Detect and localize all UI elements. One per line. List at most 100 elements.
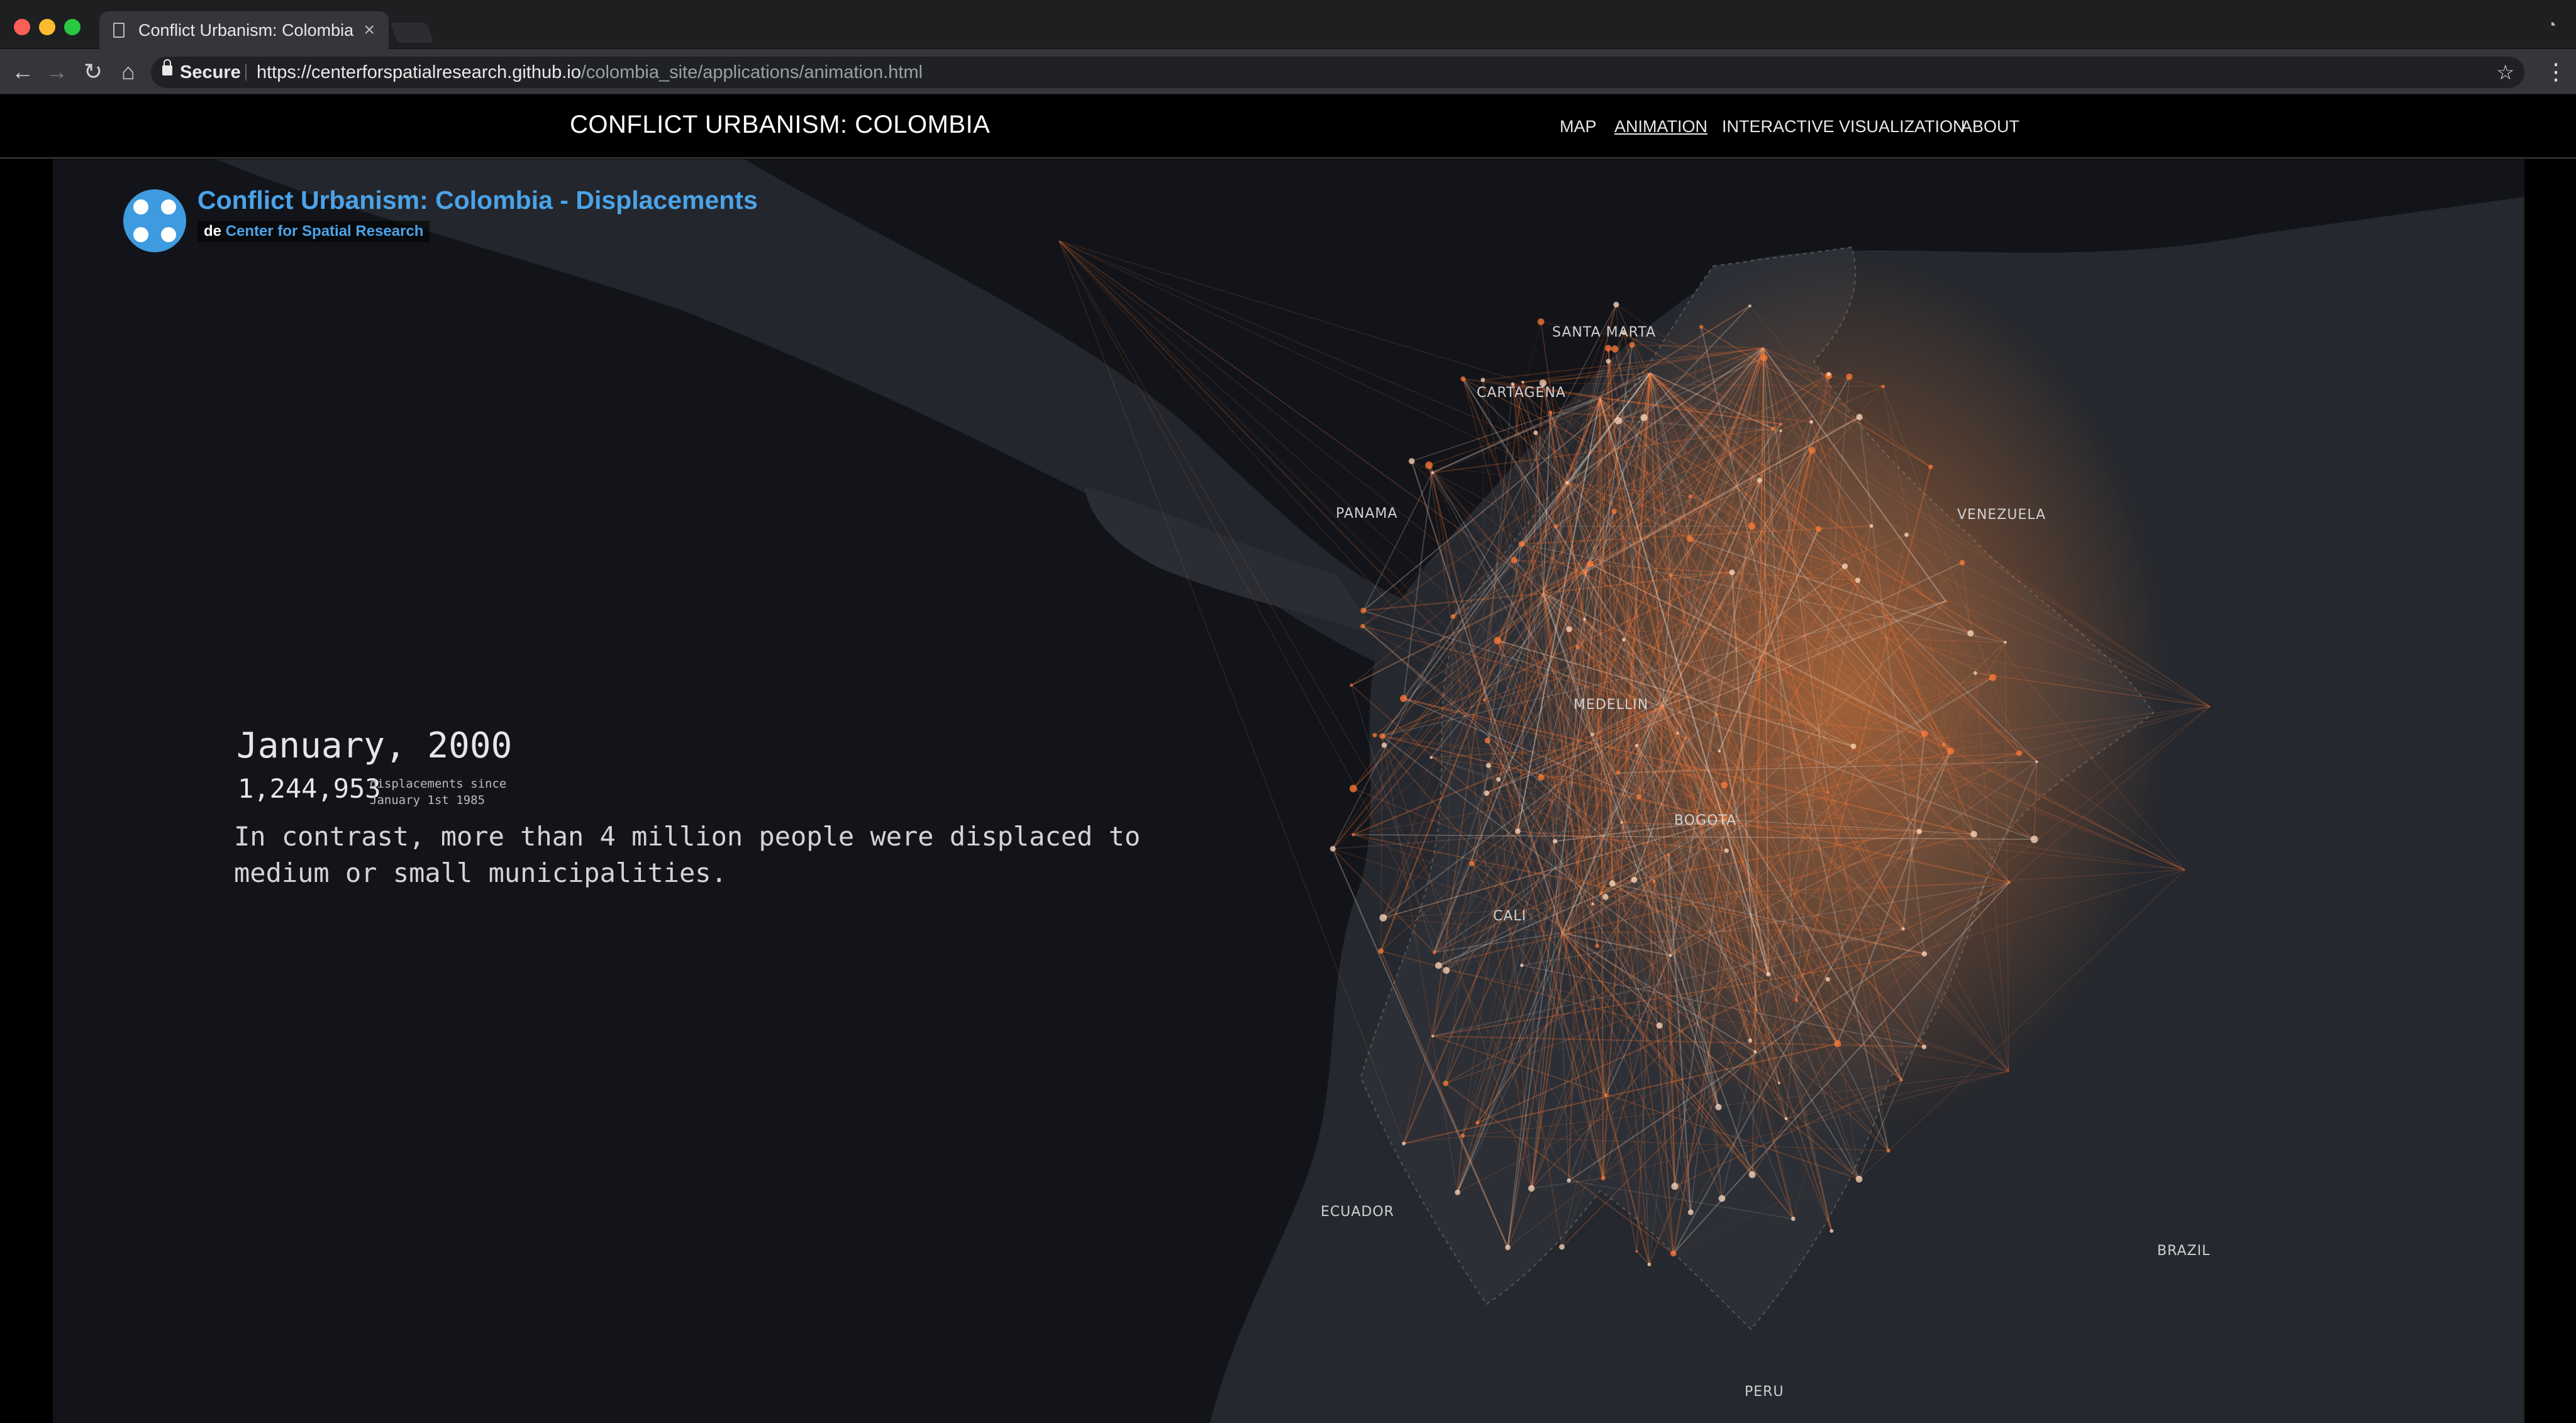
municipality-node bbox=[1718, 1195, 1726, 1202]
municipality-node bbox=[1528, 1185, 1535, 1192]
municipality-node bbox=[1629, 342, 1635, 348]
municipality-node bbox=[1946, 747, 1954, 755]
address-bar[interactable]: Secure https://centerforspatialresearch.… bbox=[151, 57, 2524, 88]
municipality-node bbox=[1586, 560, 1594, 567]
municipality-node bbox=[1613, 301, 1619, 308]
municipality-node bbox=[1518, 540, 1525, 547]
municipality-node bbox=[1687, 1209, 1694, 1215]
municipality-node bbox=[1779, 429, 1782, 432]
municipality-node bbox=[1855, 578, 1861, 583]
label-panama: PANAMA bbox=[1336, 506, 1397, 522]
municipality-node bbox=[1815, 526, 1822, 532]
url-text[interactable]: https://centerforspatialresearch.github.… bbox=[257, 57, 923, 88]
minimize-window-button[interactable] bbox=[39, 19, 55, 35]
municipality-node bbox=[1900, 1078, 1903, 1082]
displacement-count: 1,244,953 bbox=[238, 773, 381, 804]
url-host: https://centerforspatialresearch.github.… bbox=[257, 62, 581, 82]
embed-credit-link[interactable]: Center for Spatial Research bbox=[226, 223, 424, 240]
municipality-node bbox=[1601, 1176, 1606, 1181]
embed-title[interactable]: Conflict Urbanism: Colombia - Displaceme… bbox=[197, 186, 758, 215]
municipality-node bbox=[1881, 384, 1885, 389]
municipality-node bbox=[1611, 345, 1619, 353]
label-medellin: MEDELLIN bbox=[1574, 697, 1648, 713]
new-tab-button[interactable] bbox=[390, 23, 434, 43]
nav-interactive-visualization[interactable]: INTERACTIVE VISUALIZATION bbox=[1722, 117, 1965, 137]
logo-dot bbox=[161, 227, 176, 242]
municipality-node bbox=[1537, 318, 1545, 325]
back-arrow-icon[interactable]: ← bbox=[8, 57, 38, 87]
municipality-node bbox=[1552, 839, 1558, 844]
municipality-node bbox=[1770, 427, 1775, 431]
municipality-node bbox=[1779, 422, 1782, 426]
municipality-node bbox=[1826, 790, 1829, 794]
municipality-node bbox=[1809, 420, 1814, 424]
municipality-node bbox=[1400, 695, 1407, 703]
forward-arrow-icon[interactable]: → bbox=[42, 57, 72, 87]
municipality-node bbox=[1484, 737, 1491, 744]
logo-dot bbox=[161, 199, 176, 215]
site-nav: MAP ANIMATION INTERACTIVE VISUALIZATION … bbox=[0, 117, 2576, 142]
municipality-node bbox=[1668, 954, 1672, 957]
municipality-node bbox=[1921, 1044, 1927, 1049]
municipality-node bbox=[1496, 777, 1501, 782]
municipality-node bbox=[1753, 1050, 1757, 1054]
municipality-node bbox=[1553, 524, 1558, 529]
reload-icon[interactable]: ↻ bbox=[78, 57, 108, 87]
municipality-node bbox=[1718, 749, 1721, 753]
municipality-node bbox=[1378, 948, 1384, 954]
municipality-node bbox=[1766, 972, 1771, 977]
municipality-node bbox=[1699, 325, 1704, 329]
municipality-node bbox=[1790, 1217, 1796, 1221]
displacement-count-label: displacements since January 1st 1985 bbox=[370, 777, 507, 807]
municipality-node bbox=[1667, 852, 1670, 857]
municipality-node bbox=[1668, 573, 1673, 578]
document-icon bbox=[113, 23, 125, 38]
municipality-node bbox=[1431, 471, 1435, 474]
nav-map[interactable]: MAP bbox=[1560, 117, 1597, 137]
home-icon[interactable]: ⌂ bbox=[113, 57, 143, 87]
label-cartagena: CARTAGENA bbox=[1477, 385, 1566, 401]
video-frame[interactable]: SANTA MARTA CARTAGENA PANAMA VENEZUELA M… bbox=[53, 159, 2524, 1423]
close-window-button[interactable] bbox=[14, 19, 30, 35]
municipality-node bbox=[1808, 447, 1816, 454]
municipality-node bbox=[1611, 508, 1617, 515]
municipality-node bbox=[1379, 733, 1385, 739]
municipality-node bbox=[1941, 742, 1946, 747]
municipality-node bbox=[1372, 733, 1377, 738]
label-peru: PERU bbox=[1745, 1384, 1784, 1400]
nav-about[interactable]: ABOUT bbox=[1961, 117, 2019, 137]
lock-icon bbox=[162, 59, 172, 75]
logo-dot bbox=[133, 199, 148, 215]
municipality-node bbox=[2007, 881, 2011, 884]
municipality-node bbox=[1676, 732, 1679, 735]
municipality-node bbox=[1566, 626, 1572, 632]
municipality-node bbox=[1686, 695, 1690, 699]
municipality-node bbox=[1760, 354, 1768, 362]
municipality-node bbox=[1330, 845, 1336, 852]
municipality-node bbox=[1686, 535, 1694, 542]
maximize-window-button[interactable] bbox=[64, 19, 80, 35]
municipality-node bbox=[1748, 522, 1756, 530]
channel-logo[interactable] bbox=[123, 189, 186, 252]
municipality-node bbox=[1349, 784, 1357, 793]
nav-animation[interactable]: ANIMATION bbox=[1614, 117, 1707, 137]
municipality-node bbox=[1855, 1175, 1863, 1183]
tab-title: Conflict Urbanism: Colombia bbox=[138, 21, 354, 40]
municipality-node bbox=[1834, 1040, 1841, 1047]
municipality-node bbox=[1480, 377, 1485, 382]
municipality-node bbox=[1559, 1244, 1565, 1250]
municipality-node bbox=[1575, 645, 1580, 650]
municipality-node bbox=[1656, 1022, 1663, 1029]
municipality-node bbox=[1443, 967, 1450, 974]
municipality-node bbox=[1432, 951, 1436, 954]
municipality-node bbox=[1591, 732, 1594, 736]
municipality-node bbox=[1829, 1229, 1834, 1233]
browser-titlebar: Conflict Urbanism: Colombia × ◔ bbox=[0, 0, 2576, 49]
tab-close-icon[interactable]: × bbox=[364, 11, 375, 49]
embed-byline: de Center for Spatial Research bbox=[197, 221, 430, 242]
bookmark-star-icon[interactable]: ☆ bbox=[2496, 57, 2514, 88]
browser-menu-icon[interactable]: ⋮ bbox=[2545, 57, 2567, 87]
municipality-node bbox=[1670, 1250, 1677, 1257]
browser-tab-active[interactable]: Conflict Urbanism: Colombia × bbox=[99, 11, 389, 49]
url-path: /colombia_site/applications/animation.ht… bbox=[580, 62, 923, 82]
